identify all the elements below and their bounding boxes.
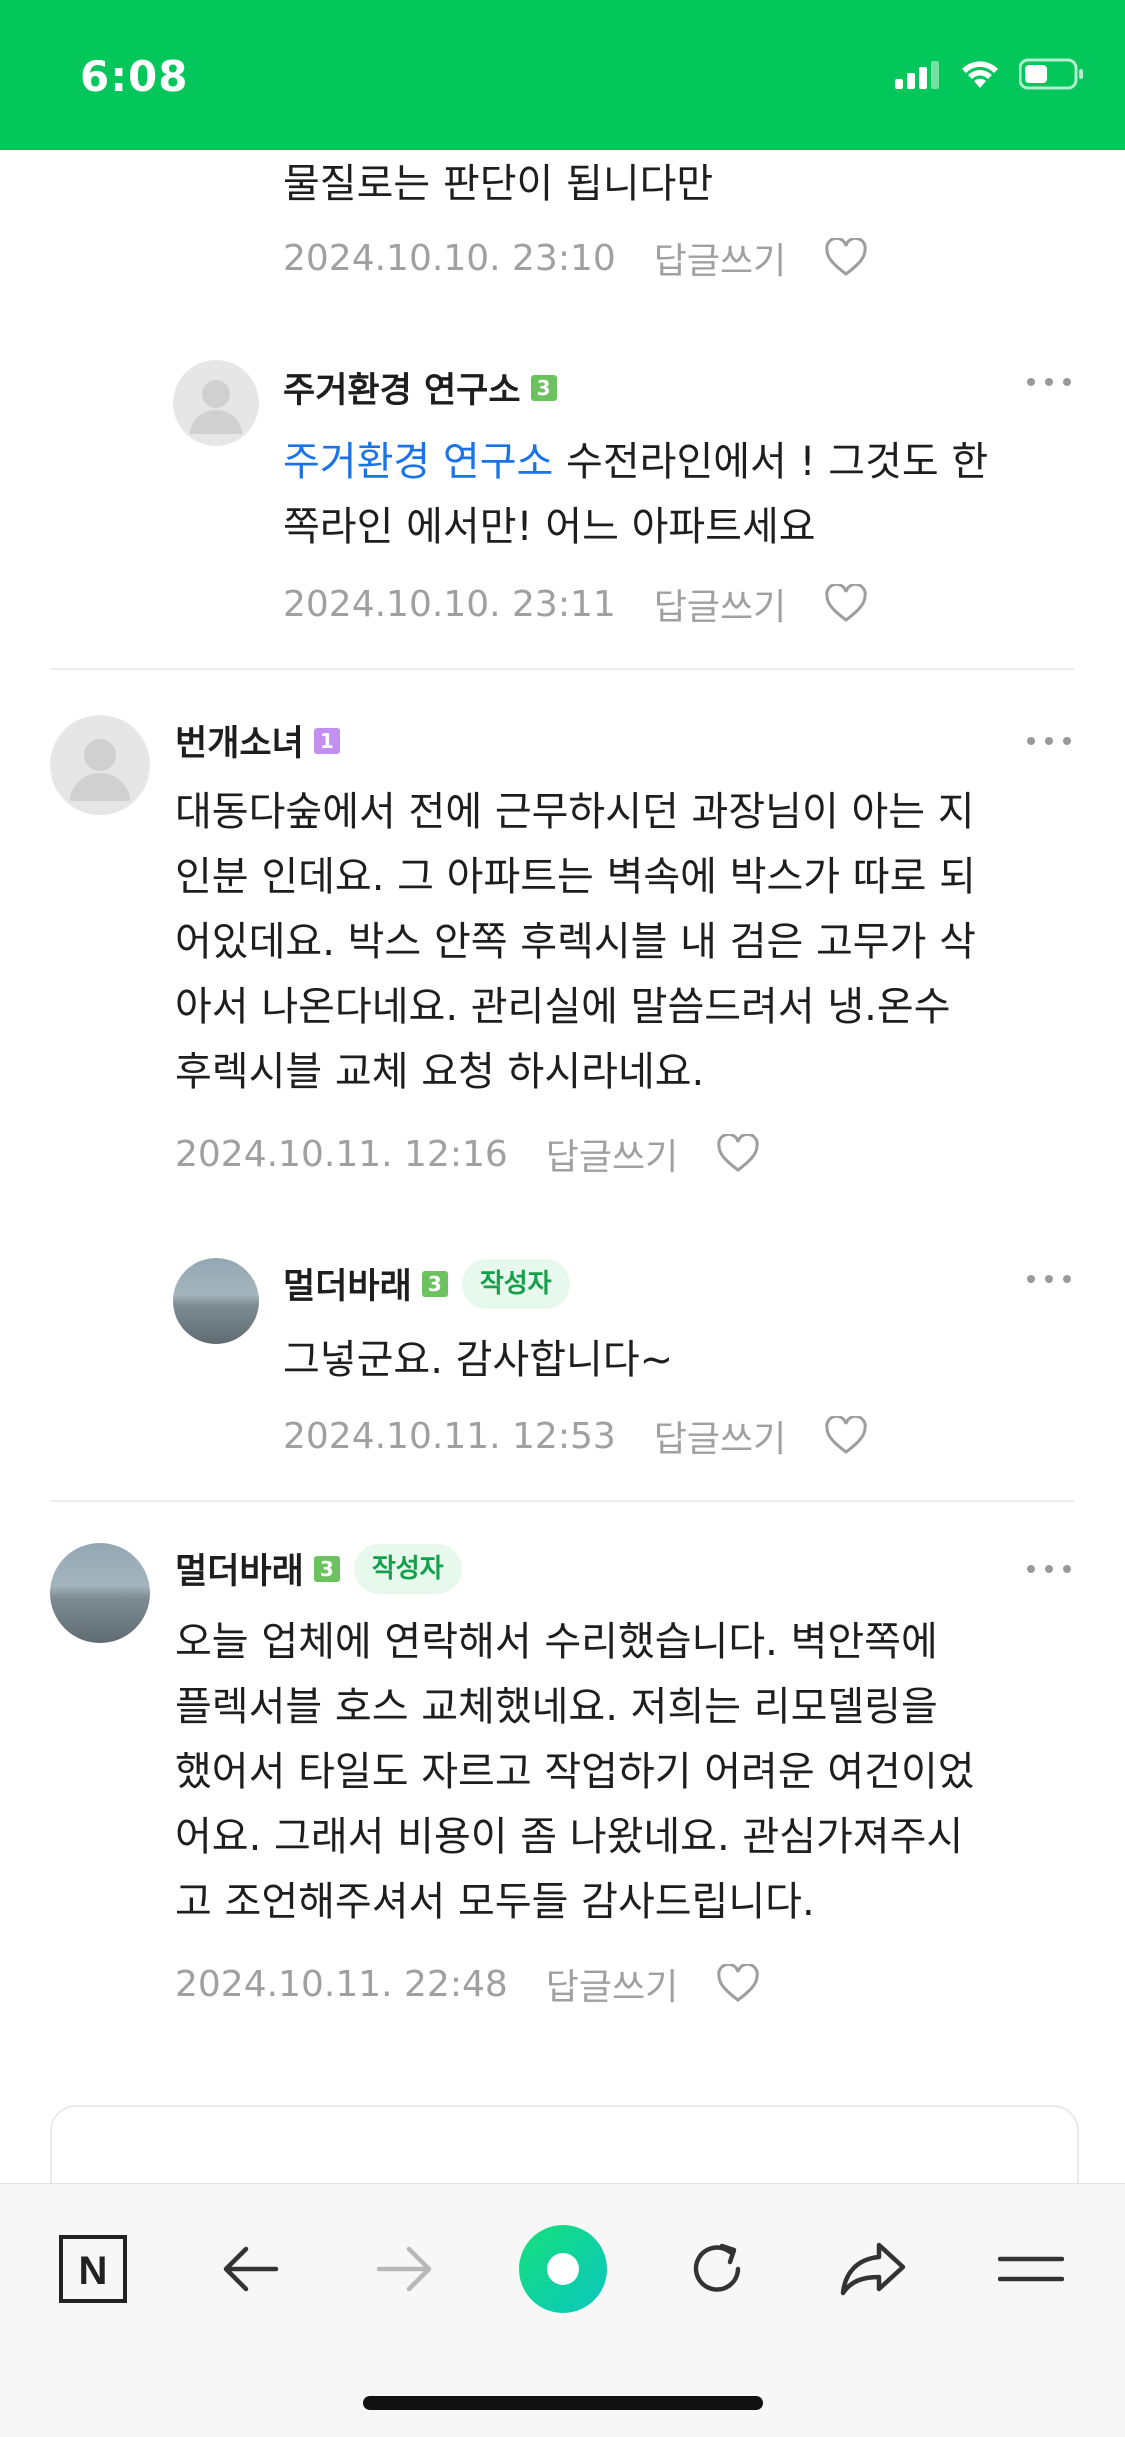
comment-date: 2024.10.11. 12:53 [283, 1415, 616, 1457]
comment-date: 2024.10.11. 12:16 [175, 1133, 508, 1175]
share-icon[interactable] [828, 2224, 918, 2314]
reply-button[interactable]: 답글쓰기 [654, 1410, 786, 1462]
comment-date: 2024.10.10. 23:10 [283, 237, 616, 279]
status-icons [895, 58, 1085, 90]
back-arrow-icon[interactable] [205, 2224, 295, 2314]
like-heart-icon[interactable] [824, 1416, 868, 1456]
author-name[interactable]: 멀더바래 [283, 1258, 412, 1309]
avatar[interactable] [173, 1258, 259, 1344]
comment-meta: 2024.10.11. 12:53 답글쓰기 [283, 1410, 868, 1462]
comment-text-line: 오늘 업체에 연락해서 수리했습니다. 벽안쪽에 [175, 1619, 938, 1665]
comment-date: 2024.10.10. 23:11 [283, 583, 616, 625]
default-avatar-icon [190, 380, 242, 434]
avatar[interactable] [50, 715, 150, 815]
reply-button[interactable]: 답글쓰기 [546, 1128, 678, 1180]
refresh-icon[interactable] [672, 2224, 762, 2314]
comment-text-line: 대동다숲에서 전에 근무하시던 과장님이 아는 지 [175, 789, 975, 835]
comment-author[interactable]: 멀더바래 3 작성자 [283, 1258, 570, 1309]
comment-text-line: 플렉서블 호스 교체했네요. 저희는 리모델링을 [175, 1684, 938, 1730]
more-options-icon[interactable] [1027, 1275, 1071, 1285]
comment-meta: 2024.10.10. 23:10 답글쓰기 [283, 232, 868, 284]
like-heart-icon[interactable] [716, 1964, 760, 2004]
menu-icon[interactable] [986, 2224, 1076, 2314]
comment-author[interactable]: 번개소녀 1 [175, 715, 340, 766]
comment-text: 그넣군요. 감사합니다~ [283, 1328, 673, 1393]
comment-text-line: 어요. 그래서 비용이 좀 나왔네요. 관심가져주시 [175, 1814, 964, 1860]
like-heart-icon[interactable] [824, 584, 868, 624]
more-options-icon[interactable] [1027, 1565, 1071, 1575]
default-avatar-icon [70, 739, 130, 801]
forward-arrow-icon[interactable] [360, 2224, 450, 2314]
writer-badge: 작성자 [461, 1258, 570, 1309]
battery-icon [1019, 58, 1083, 90]
comment-divider [50, 1500, 1075, 1502]
level-badge: 1 [313, 727, 340, 754]
reply-button[interactable]: 답글쓰기 [654, 578, 786, 630]
avatar[interactable] [50, 1543, 150, 1643]
wifi-icon [962, 61, 998, 88]
comment-text: 대동다숲에서 전에 근무하시던 과장님이 아는 지 인분 인데요. 그 아파트는… [175, 780, 976, 1105]
comment-text-line: 했어서 타일도 자르고 작업하기 어려운 여건이었 [175, 1749, 975, 1795]
writer-badge: 작성자 [353, 1543, 462, 1594]
comment-text-line: 물질로는 판단이 됩니다만 [283, 161, 714, 207]
comment-text-line: 후렉시블 교체 요청 하시라네요. [175, 1049, 705, 1095]
comment-text-line: 그넣군요. 감사합니다~ [283, 1337, 674, 1383]
comment-date: 2024.10.11. 22:48 [175, 1963, 508, 2005]
comment-text-line: 수전라인에서 ! 그것도 한 [553, 439, 989, 485]
level-badge: 3 [313, 1555, 340, 1582]
comment-divider [50, 668, 1075, 670]
more-options-icon[interactable] [1027, 737, 1071, 747]
status-time: 6:08 [80, 52, 189, 101]
like-heart-icon[interactable] [824, 238, 868, 278]
comment-author[interactable]: 주거환경 연구소 3 [283, 362, 557, 413]
comment-text-line: 고 조언해주셔서 모두들 감사드립니다. [175, 1879, 815, 1925]
author-name[interactable]: 멀더바래 [175, 1543, 304, 1594]
comment-author[interactable]: 멀더바래 3 작성자 [175, 1543, 462, 1594]
comment-text-line: 어있데요. 박스 안쪽 후렉시블 내 검은 고무가 삭 [175, 919, 976, 965]
comment-text-line: 아서 나온다네요. 관리실에 말씀드려서 냉.온수 [175, 984, 951, 1030]
like-heart-icon[interactable] [716, 1134, 760, 1174]
comment-meta: 2024.10.11. 22:48 답글쓰기 [175, 1958, 760, 2010]
status-bar: 6:08 [0, 0, 1125, 150]
author-name[interactable]: 번개소녀 [175, 715, 304, 766]
signal-icon [895, 61, 939, 89]
more-options-icon[interactable] [1027, 378, 1071, 388]
mention-link[interactable]: 주거환경 연구소 [283, 439, 553, 485]
avatar[interactable] [173, 360, 259, 446]
naver-home-icon[interactable]: N [48, 2224, 138, 2314]
reply-button[interactable]: 답글쓰기 [546, 1958, 678, 2010]
naver-logo-letter: N [79, 2249, 108, 2293]
comment-text-line: 인분 인데요. 그 아파트는 벽속에 박스가 따로 되 [175, 854, 976, 900]
reply-button[interactable]: 답글쓰기 [654, 232, 786, 284]
green-dot-icon[interactable] [518, 2224, 608, 2314]
comment-meta: 2024.10.11. 12:16 답글쓰기 [175, 1128, 760, 1180]
author-name[interactable]: 주거환경 연구소 [283, 362, 521, 413]
level-badge: 3 [421, 1270, 448, 1297]
home-indicator[interactable] [363, 2396, 763, 2410]
comment-text-line: 쪽라인 에서만! 어느 아파트세요 [283, 504, 816, 550]
comment-text: 주거환경 연구소 수전라인에서 ! 그것도 한 쪽라인 에서만! 어느 아파트세… [283, 430, 988, 560]
comment-text: 오늘 업체에 연락해서 수리했습니다. 벽안쪽에 플렉서블 호스 교체했네요. … [175, 1610, 975, 1935]
level-badge: 3 [530, 374, 557, 401]
comment-meta: 2024.10.10. 23:11 답글쓰기 [283, 578, 868, 630]
